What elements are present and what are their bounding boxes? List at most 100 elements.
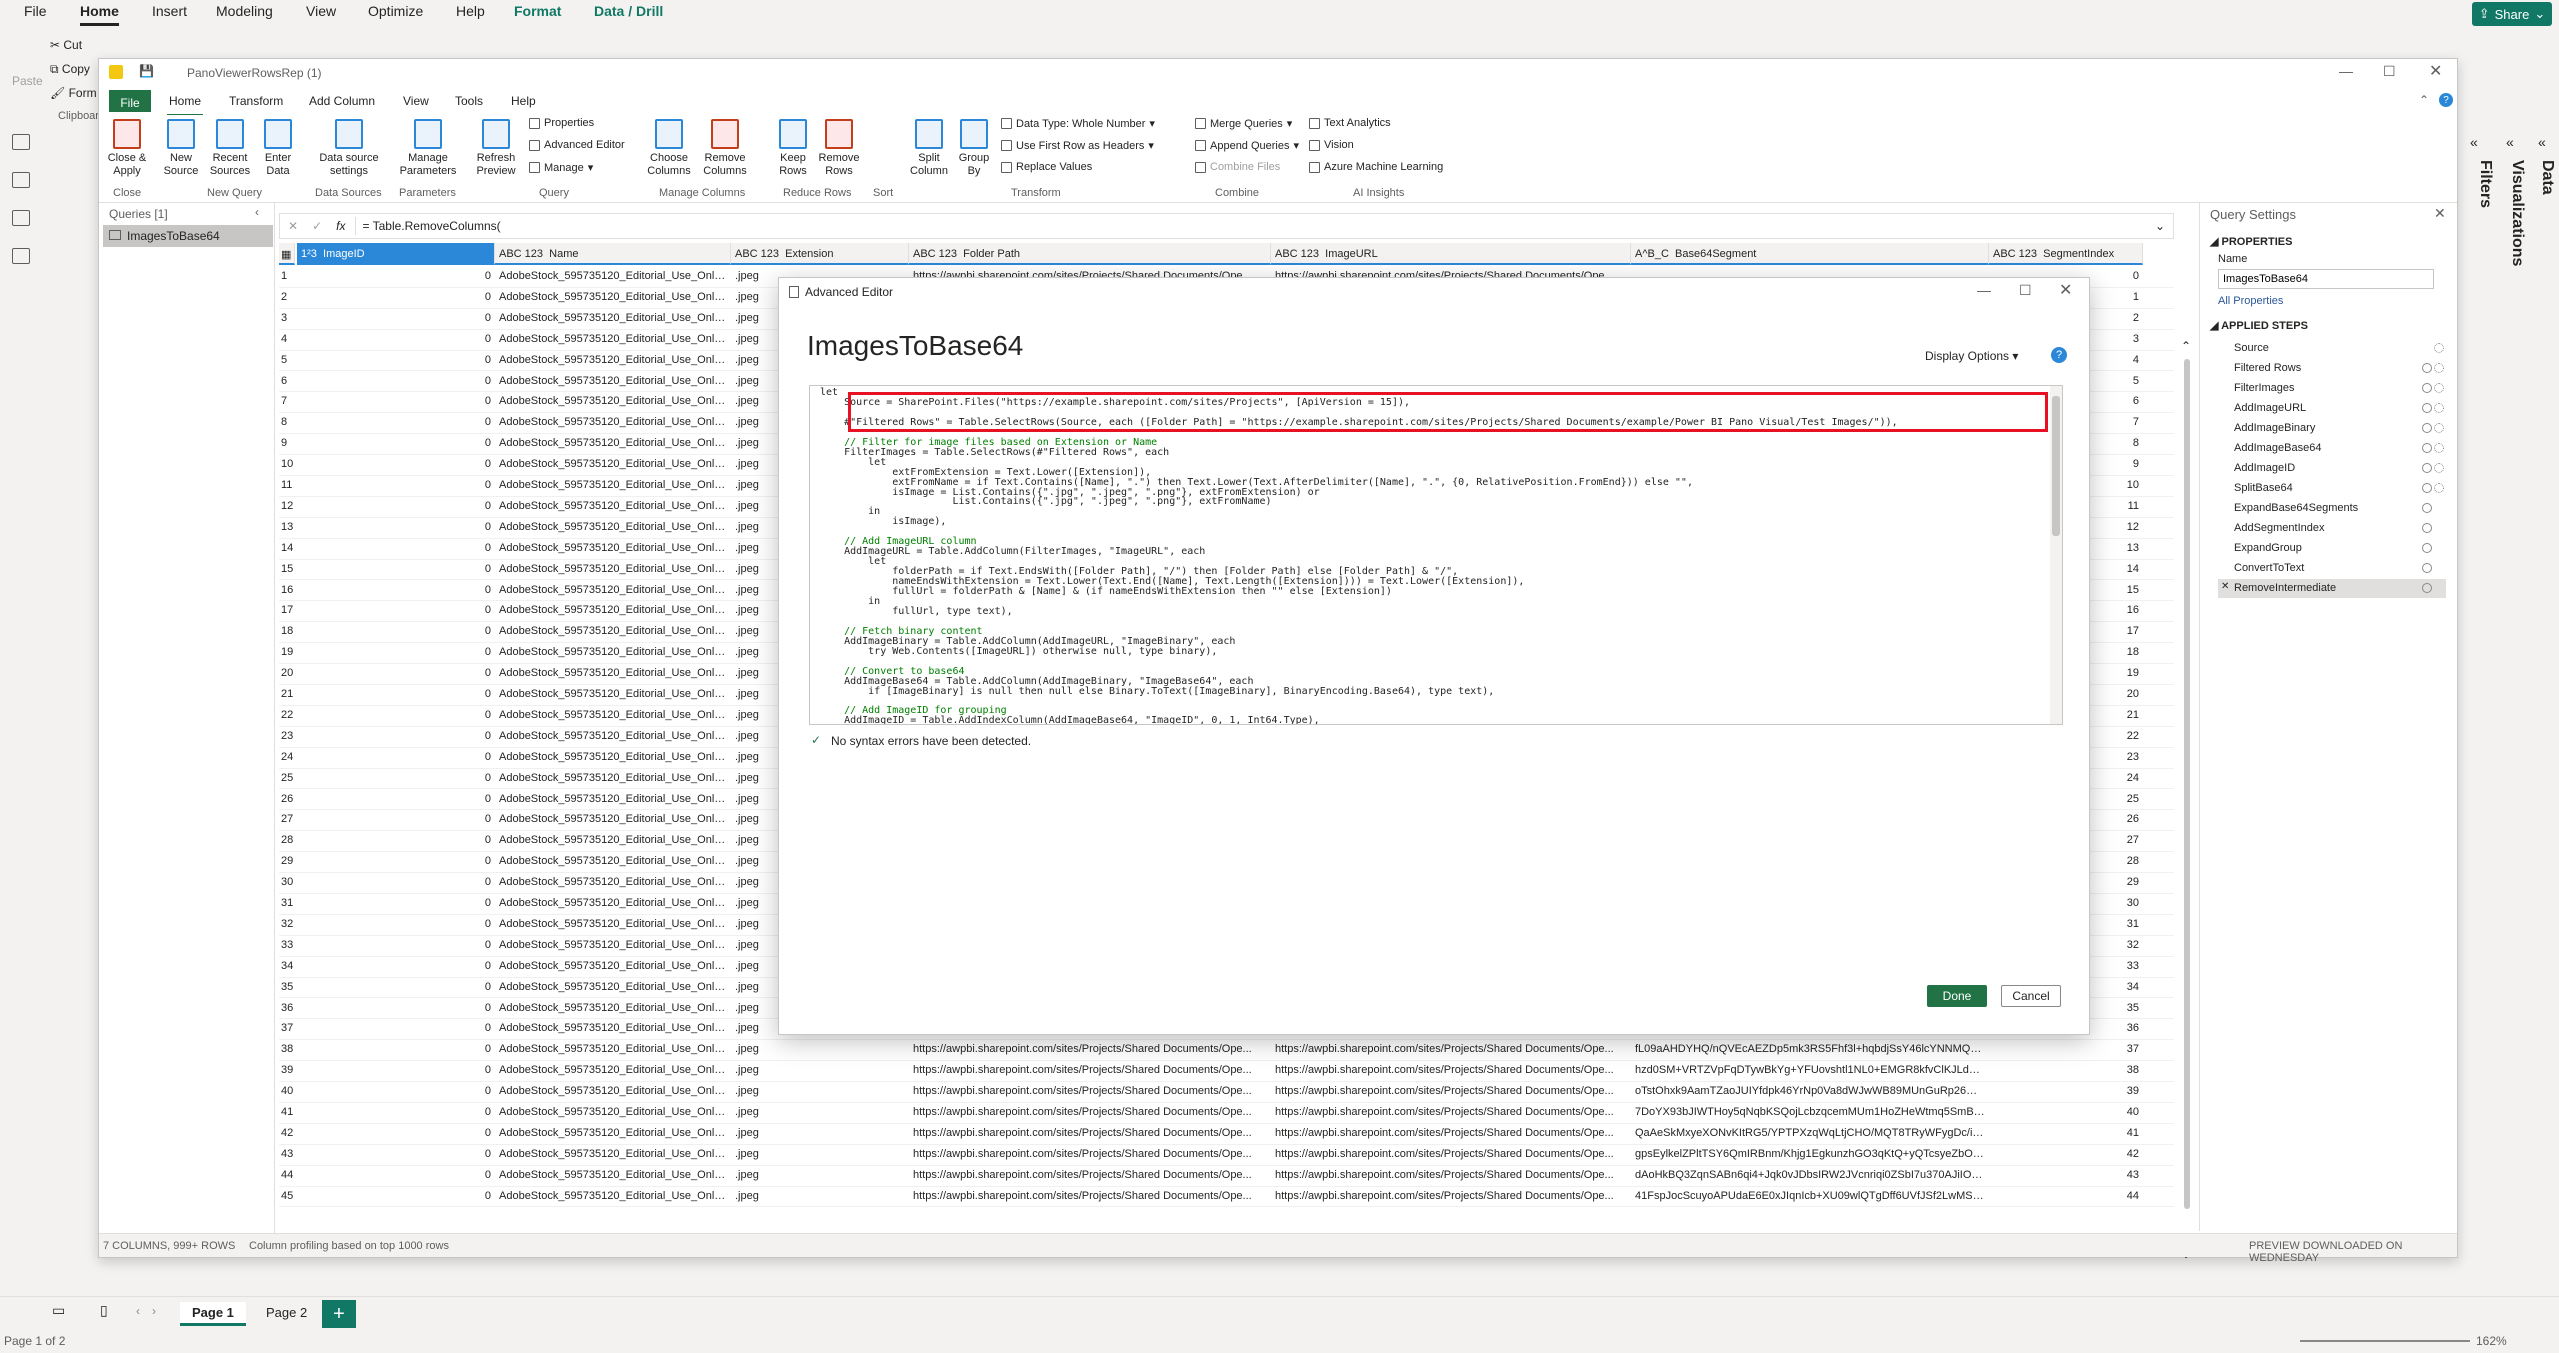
table-row[interactable]: 45 0 AdobeStock_595735120_Editorial_Use_On… bbox=[279, 1187, 2174, 1208]
cell-name[interactable]: AdobeStock_595735120_Editorial_Use_Only.… bbox=[499, 834, 727, 846]
cell-imageurl[interactable]: https://awpbi.sharepoint.com/sites/Proje… bbox=[1275, 1190, 1627, 1202]
row-number[interactable]: 22 bbox=[281, 709, 299, 721]
copy-button[interactable]: ⧉ Copy bbox=[50, 62, 90, 77]
cell-folder-path[interactable]: https://awpbi.sharepoint.com/sites/Proje… bbox=[913, 1085, 1265, 1097]
cell-name[interactable]: AdobeStock_595735120_Editorial_Use_Only.… bbox=[499, 688, 727, 700]
row-number[interactable]: 16 bbox=[281, 584, 299, 596]
cell-imageid[interactable]: 0 bbox=[299, 354, 491, 366]
remove-rows-button[interactable]: Remove Rows bbox=[817, 119, 861, 178]
applied-steps-heading[interactable]: ◢ APPLIED STEPS bbox=[2210, 319, 2308, 332]
delete-step-icon[interactable]: ✕ bbox=[2221, 581, 2229, 592]
maximize-icon[interactable]: ☐ bbox=[2383, 63, 2396, 80]
pq-tab-transform[interactable]: Transform bbox=[229, 94, 283, 108]
cell-base64segment[interactable]: gpsEylkelZPltTSY6QmIRBnm/Khjg1EgkunzhGO3… bbox=[1635, 1148, 1985, 1160]
cell-base64segment[interactable]: 41FspJocScuyoAPUdaE6E0xJIqnIcb+XU09wlQTg… bbox=[1635, 1190, 1985, 1202]
table-row[interactable]: 43 0 AdobeStock_595735120_Editorial_Use_On… bbox=[279, 1145, 2174, 1166]
step-info-icon[interactable] bbox=[2422, 523, 2432, 533]
ae-maximize-icon[interactable]: ☐ bbox=[2019, 282, 2032, 299]
data-source-settings-button[interactable]: Data source settings bbox=[313, 119, 385, 178]
row-number[interactable]: 5 bbox=[281, 354, 299, 366]
pq-tab-add-column[interactable]: Add Column bbox=[309, 94, 375, 108]
split-column-button[interactable]: Split Column bbox=[909, 119, 949, 178]
applied-step[interactable]: AddSegmentIndex bbox=[2218, 519, 2446, 538]
cell-name[interactable]: AdobeStock_595735120_Editorial_Use_Only.… bbox=[499, 333, 727, 345]
row-number[interactable]: 39 bbox=[281, 1064, 299, 1076]
row-number[interactable]: 42 bbox=[281, 1127, 299, 1139]
add-page-button[interactable]: + bbox=[322, 1300, 356, 1328]
row-number[interactable]: 14 bbox=[281, 542, 299, 554]
step-info-icon[interactable] bbox=[2422, 543, 2432, 553]
step-settings-icon[interactable] bbox=[2434, 423, 2444, 433]
table-row[interactable]: 38 0 AdobeStock_595735120_Editorial_Use_On… bbox=[279, 1040, 2174, 1062]
cancel-formula-icon[interactable]: ✕ bbox=[288, 219, 298, 233]
row-number[interactable]: 17 bbox=[281, 604, 299, 616]
filters-pane-label[interactable]: Filters bbox=[2476, 160, 2494, 208]
page-tab-1[interactable]: Page 1 bbox=[180, 1302, 246, 1326]
text-analytics-button[interactable]: Text Analytics bbox=[1309, 117, 1391, 129]
cell-folder-path[interactable]: https://awpbi.sharepoint.com/sites/Proje… bbox=[913, 1064, 1265, 1076]
row-number[interactable]: 40 bbox=[281, 1085, 299, 1097]
step-info-icon[interactable] bbox=[2422, 383, 2432, 393]
cell-name[interactable]: AdobeStock_595735120_Editorial_Use_Only.… bbox=[499, 855, 727, 867]
cell-imageid[interactable]: 0 bbox=[299, 1002, 491, 1014]
col-header-imageid[interactable]: 1²3 ImageID bbox=[297, 243, 495, 265]
row-number[interactable]: 29 bbox=[281, 855, 299, 867]
applied-step[interactable]: AddImageURL bbox=[2218, 399, 2446, 418]
menu-tab-data-drill[interactable]: Data / Drill bbox=[594, 3, 663, 19]
row-number[interactable]: 15 bbox=[281, 563, 299, 575]
pq-file-tab[interactable]: File bbox=[109, 90, 151, 112]
new-source-button[interactable]: New Source bbox=[161, 119, 201, 178]
row-number[interactable]: 36 bbox=[281, 1002, 299, 1014]
cell-extension[interactable]: .jpeg bbox=[735, 1064, 905, 1076]
step-settings-icon[interactable] bbox=[2434, 343, 2444, 353]
model-view-icon[interactable] bbox=[12, 210, 30, 226]
cell-folder-path[interactable]: https://awpbi.sharepoint.com/sites/Proje… bbox=[913, 1190, 1265, 1202]
cell-name[interactable]: AdobeStock_595735120_Editorial_Use_Only.… bbox=[499, 479, 727, 491]
cell-name[interactable]: AdobeStock_595735120_Editorial_Use_Only.… bbox=[499, 500, 727, 512]
row-number[interactable]: 3 bbox=[281, 312, 299, 324]
remove-columns-button[interactable]: Remove Columns bbox=[699, 119, 751, 178]
cell-name[interactable]: AdobeStock_595735120_Editorial_Use_Only.… bbox=[499, 458, 727, 470]
fx-icon[interactable]: fx bbox=[336, 219, 345, 233]
cell-name[interactable]: AdobeStock_595735120_Editorial_Use_Only.… bbox=[499, 1169, 727, 1181]
enter-data-button[interactable]: Enter Data bbox=[261, 119, 295, 178]
row-number[interactable]: 10 bbox=[281, 458, 299, 470]
row-number[interactable]: 7 bbox=[281, 395, 299, 407]
cell-imageid[interactable]: 0 bbox=[299, 688, 491, 700]
cell-imageid[interactable]: 0 bbox=[299, 667, 491, 679]
pq-tab-view[interactable]: View bbox=[403, 94, 429, 108]
cell-imageid[interactable]: 0 bbox=[299, 1043, 491, 1055]
data-pane-label[interactable]: Data bbox=[2538, 160, 2556, 195]
refresh-preview-button[interactable]: Refresh Preview bbox=[471, 119, 521, 178]
row-number[interactable]: 1 bbox=[281, 270, 299, 282]
ae-minimize-icon[interactable]: — bbox=[1977, 282, 1991, 298]
close-apply-button[interactable]: Close & Apply bbox=[103, 119, 151, 178]
cell-imageid[interactable]: 0 bbox=[299, 876, 491, 888]
row-number[interactable]: 44 bbox=[281, 1169, 299, 1181]
cell-base64segment[interactable]: dAoHkBQ3ZqnSABn6qi4+Jqk0vJDbsIRW2JVcnriq… bbox=[1635, 1169, 1985, 1181]
step-settings-icon[interactable] bbox=[2434, 483, 2444, 493]
applied-step[interactable]: AddImageID bbox=[2218, 459, 2446, 478]
menu-tab-optimize[interactable]: Optimize bbox=[368, 3, 423, 19]
properties-heading[interactable]: ◢ PROPERTIES bbox=[2210, 235, 2292, 248]
cell-name[interactable]: AdobeStock_595735120_Editorial_Use_Only.… bbox=[499, 1127, 727, 1139]
zoom-level[interactable]: 162% bbox=[2476, 1334, 2507, 1348]
cell-name[interactable]: AdobeStock_595735120_Editorial_Use_Only.… bbox=[499, 960, 727, 972]
dax-query-view-icon[interactable] bbox=[12, 248, 30, 264]
cell-name[interactable]: AdobeStock_595735120_Editorial_Use_Only.… bbox=[499, 1002, 727, 1014]
row-number[interactable]: 24 bbox=[281, 751, 299, 763]
cell-imageid[interactable]: 0 bbox=[299, 1169, 491, 1181]
prev-page-icon[interactable]: ‹ bbox=[136, 1304, 140, 1318]
menu-tab-modeling[interactable]: Modeling bbox=[216, 3, 273, 19]
cell-name[interactable]: AdobeStock_595735120_Editorial_Use_Only.… bbox=[499, 270, 727, 282]
advanced-editor-button[interactable]: Advanced Editor bbox=[529, 139, 625, 151]
cell-imageid[interactable]: 0 bbox=[299, 855, 491, 867]
menu-tab-format[interactable]: Format bbox=[514, 3, 561, 19]
cell-extension[interactable]: .jpeg bbox=[735, 1085, 905, 1097]
merge-queries-button[interactable]: Merge Queries ▾ bbox=[1195, 117, 1292, 130]
cell-imageid[interactable]: 0 bbox=[299, 1106, 491, 1118]
cell-imageid[interactable]: 0 bbox=[299, 625, 491, 637]
cell-imageid[interactable]: 0 bbox=[299, 793, 491, 805]
cell-name[interactable]: AdobeStock_595735120_Editorial_Use_Only.… bbox=[499, 1064, 727, 1076]
row-number[interactable]: 34 bbox=[281, 960, 299, 972]
